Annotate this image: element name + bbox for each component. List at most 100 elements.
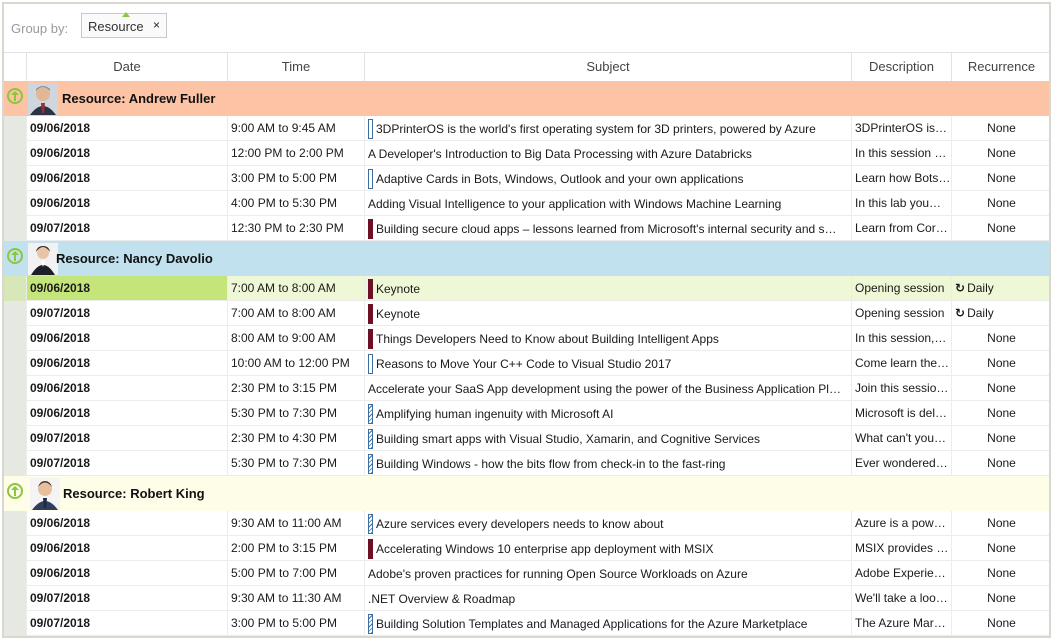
cell-time[interactable]: 2:00 PM to 3:15 PM — [227, 536, 364, 560]
cell-time[interactable]: 5:00 PM to 7:00 PM — [227, 561, 364, 585]
cell-subject[interactable]: 3DPrinterOS is the world's first operati… — [364, 116, 851, 140]
cell-subject[interactable]: Building Solution Templates and Managed … — [364, 611, 851, 635]
appointment-row[interactable]: 09/07/2018 9:30 AM to 11:30 AM .NET Overvi… — [4, 586, 1049, 611]
appointment-row[interactable]: 09/06/2018 12:00 PM to 2:00 PM A Developer… — [4, 141, 1049, 166]
cell-subject[interactable]: Keynote — [364, 276, 851, 300]
appointment-row[interactable]: 09/06/2018 9:00 AM to 9:45 AM 3DPrinterOS … — [4, 116, 1049, 141]
cell-date[interactable]: 09/07/2018 — [26, 301, 227, 325]
cell-time[interactable]: 9:00 AM to 9:45 AM — [227, 116, 364, 140]
appointment-row[interactable]: 09/07/2018 3:00 PM to 5:00 PM Building Sol… — [4, 611, 1049, 636]
column-header-date[interactable]: Date — [26, 52, 227, 81]
cell-subject[interactable]: Reasons to Move Your C++ Code to Visual … — [364, 351, 851, 375]
cell-date[interactable]: 09/06/2018 — [26, 276, 227, 300]
cell-description[interactable]: In this session y… — [851, 141, 951, 165]
cell-description[interactable]: Learn how Bots… — [851, 166, 951, 190]
cell-recurrence[interactable]: None — [951, 326, 1049, 350]
group-header-row[interactable]: Resource: Andrew Fuller — [4, 81, 1049, 116]
cell-subject[interactable]: Accelerating Windows 10 enterprise app d… — [364, 536, 851, 560]
cell-recurrence[interactable]: None — [951, 191, 1049, 215]
cell-subject[interactable]: Azure services every developers needs to… — [364, 511, 851, 535]
cell-date[interactable]: 09/06/2018 — [26, 351, 227, 375]
cell-time[interactable]: 3:00 PM to 5:00 PM — [227, 166, 364, 190]
appointment-row[interactable]: 09/06/2018 8:00 AM to 9:00 AM Things Devel… — [4, 326, 1049, 351]
appointment-row[interactable]: 09/06/2018 10:00 AM to 12:00 PM Reasons to… — [4, 351, 1049, 376]
cell-recurrence[interactable]: None — [951, 141, 1049, 165]
cell-recurrence[interactable]: None — [951, 401, 1049, 425]
column-header-recurrence[interactable]: Recurrence — [951, 52, 1049, 81]
cell-date[interactable]: 09/07/2018 — [26, 216, 227, 240]
cell-recurrence[interactable]: None — [951, 561, 1049, 585]
cell-date[interactable]: 09/06/2018 — [26, 536, 227, 560]
cell-recurrence[interactable]: None — [951, 376, 1049, 400]
cell-subject[interactable]: Adobe's proven practices for running Ope… — [364, 561, 851, 585]
appointment-row[interactable]: 09/06/2018 2:30 PM to 3:15 PM Accelerate y… — [4, 376, 1049, 401]
cell-description[interactable]: Azure is a powe… — [851, 511, 951, 535]
appointment-row[interactable]: 09/06/2018 2:00 PM to 3:15 PM Accelerating… — [4, 536, 1049, 561]
cell-time[interactable]: 3:00 PM to 5:00 PM — [227, 611, 364, 635]
cell-description[interactable]: Opening session — [851, 276, 951, 300]
cell-description[interactable]: Adobe Experien… — [851, 561, 951, 585]
cell-description[interactable]: Join this sessio… — [851, 376, 951, 400]
column-header-time[interactable]: Time — [227, 52, 364, 81]
cell-subject[interactable]: Amplifying human ingenuity with Microsof… — [364, 401, 851, 425]
cell-description[interactable]: We'll take a loo… — [851, 586, 951, 610]
cell-recurrence[interactable]: None — [951, 611, 1049, 635]
appointment-row[interactable]: 09/06/2018 5:00 PM to 7:00 PM Adobe's prov… — [4, 561, 1049, 586]
cell-description[interactable]: What can't you… — [851, 426, 951, 450]
cell-time[interactable]: 7:00 AM to 8:00 AM — [227, 276, 364, 300]
cell-time[interactable]: 10:00 AM to 12:00 PM — [227, 351, 364, 375]
cell-description[interactable]: In this session,… — [851, 326, 951, 350]
cell-recurrence[interactable]: ↻ Daily — [951, 276, 1049, 300]
cell-recurrence[interactable]: None — [951, 116, 1049, 140]
column-header-description[interactable]: Description — [851, 52, 951, 81]
cell-recurrence[interactable]: None — [951, 216, 1049, 240]
cell-date[interactable]: 09/07/2018 — [26, 611, 227, 635]
cell-date[interactable]: 09/06/2018 — [26, 561, 227, 585]
cell-recurrence[interactable]: ↻ Daily — [951, 301, 1049, 325]
appointment-row[interactable]: 09/06/2018 3:00 PM to 5:00 PM Adaptive Car… — [4, 166, 1049, 191]
cell-time[interactable]: 5:30 PM to 7:30 PM — [227, 401, 364, 425]
cell-subject[interactable]: Things Developers Need to Know about Bui… — [364, 326, 851, 350]
cell-recurrence[interactable]: None — [951, 426, 1049, 450]
cell-date[interactable]: 09/06/2018 — [26, 191, 227, 215]
cell-subject[interactable]: A Developer's Introduction to Big Data P… — [364, 141, 851, 165]
cell-time[interactable]: 7:00 AM to 8:00 AM — [227, 301, 364, 325]
cell-time[interactable]: 2:30 PM to 4:30 PM — [227, 426, 364, 450]
cell-subject[interactable]: Keynote — [364, 301, 851, 325]
cell-date[interactable]: 09/06/2018 — [26, 116, 227, 140]
collapse-group-icon[interactable] — [7, 248, 23, 264]
cell-date[interactable]: 09/06/2018 — [26, 326, 227, 350]
collapse-group-icon[interactable] — [7, 88, 23, 104]
group-header-row[interactable]: Resource: Robert King — [4, 476, 1049, 511]
cell-time[interactable]: 12:00 PM to 2:00 PM — [227, 141, 364, 165]
collapse-group-icon[interactable] — [7, 483, 23, 499]
cell-description[interactable]: In this lab you… — [851, 191, 951, 215]
group-header-row[interactable]: Resource: Nancy Davolio — [4, 241, 1049, 276]
cell-time[interactable]: 2:30 PM to 3:15 PM — [227, 376, 364, 400]
appointment-row[interactable]: 09/06/2018 4:00 PM to 5:30 PM Adding Visua… — [4, 191, 1049, 216]
remove-group-icon[interactable]: × — [153, 18, 160, 32]
appointment-row[interactable]: 09/06/2018 5:30 PM to 7:30 PM Amplifying h… — [4, 401, 1049, 426]
cell-subject[interactable]: Adaptive Cards in Bots, Windows, Outlook… — [364, 166, 851, 190]
cell-description[interactable]: Microsoft is del… — [851, 401, 951, 425]
group-chip-resource[interactable]: Resource × — [81, 12, 167, 38]
cell-date[interactable]: 09/07/2018 — [26, 586, 227, 610]
cell-date[interactable]: 09/06/2018 — [26, 401, 227, 425]
cell-recurrence[interactable]: None — [951, 166, 1049, 190]
cell-subject[interactable]: Adding Visual Intelligence to your appli… — [364, 191, 851, 215]
cell-subject[interactable]: Building secure cloud apps – lessons lea… — [364, 216, 851, 240]
cell-time[interactable]: 8:00 AM to 9:00 AM — [227, 326, 364, 350]
cell-subject[interactable]: .NET Overview & Roadmap — [364, 586, 851, 610]
cell-date[interactable]: 09/06/2018 — [26, 166, 227, 190]
column-header-subject[interactable]: Subject — [364, 52, 851, 81]
cell-date[interactable]: 09/06/2018 — [26, 511, 227, 535]
cell-date[interactable]: 09/06/2018 — [26, 376, 227, 400]
cell-time[interactable]: 9:30 AM to 11:30 AM — [227, 586, 364, 610]
cell-description[interactable]: Come learn the… — [851, 351, 951, 375]
appointment-row[interactable]: 09/07/2018 5:30 PM to 7:30 PM Building Win… — [4, 451, 1049, 476]
cell-recurrence[interactable]: None — [951, 511, 1049, 535]
cell-description[interactable]: Ever wondered… — [851, 451, 951, 475]
appointment-row[interactable]: 09/07/2018 7:00 AM to 8:00 AM Keynote Openi… — [4, 301, 1049, 326]
cell-time[interactable]: 5:30 PM to 7:30 PM — [227, 451, 364, 475]
cell-recurrence[interactable]: None — [951, 586, 1049, 610]
